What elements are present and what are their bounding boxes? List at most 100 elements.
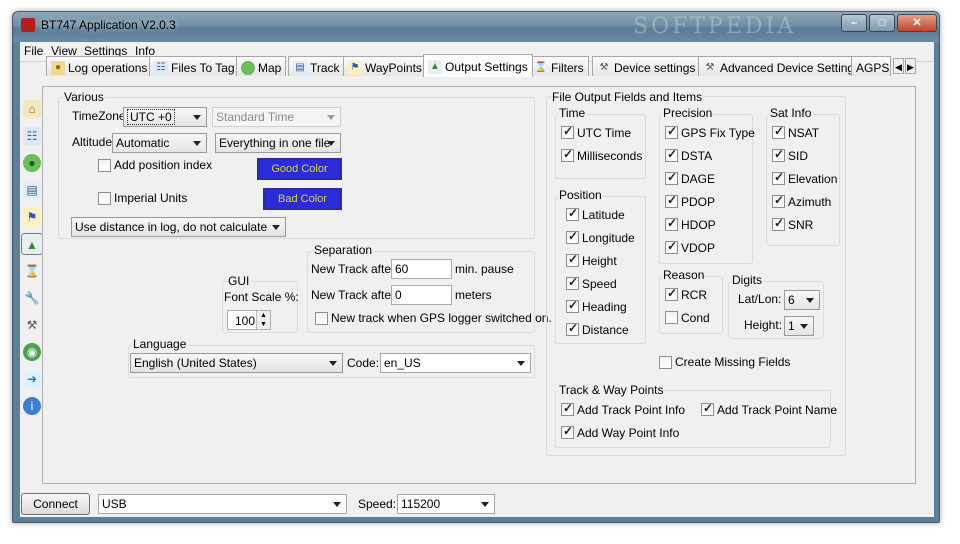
vdop-label: VDOP <box>681 241 716 255</box>
latitude-checkbox[interactable] <box>566 206 579 221</box>
latlon-digits-select[interactable]: 6 <box>784 290 820 310</box>
close-button[interactable]: ✕ <box>897 14 937 32</box>
chevron-down-icon <box>806 298 814 303</box>
output-settings-icon[interactable]: ▲ <box>21 233 43 255</box>
good-color-button[interactable]: Good Color <box>257 158 342 180</box>
advanced-wrench-icon: ⚒ <box>705 61 715 73</box>
pdop-checkbox[interactable] <box>665 193 678 208</box>
maximize-button[interactable]: □ <box>869 14 895 32</box>
baud-value: 115200 <box>401 497 441 511</box>
add-way-point-info-label: Add Way Point Info <box>577 426 680 440</box>
rcr-label: RCR <box>681 288 707 302</box>
rcr-checkbox[interactable] <box>665 286 678 301</box>
add-track-point-info-label: Add Track Point Info <box>577 403 686 417</box>
tab-label: Device settings <box>614 60 696 75</box>
globe-icon[interactable]: ● <box>23 154 41 172</box>
dage-checkbox[interactable] <box>665 170 678 185</box>
bad-color-button[interactable]: Bad Color <box>263 188 342 210</box>
code-select[interactable]: en_US <box>380 353 531 373</box>
meters-unit: meters <box>455 288 492 302</box>
altitude-select[interactable]: Automatic <box>112 133 207 153</box>
meters-input[interactable]: 0 <box>391 285 452 305</box>
port-select[interactable]: USB <box>98 494 347 514</box>
speed-checkbox[interactable] <box>566 275 579 290</box>
height-digits-select[interactable]: 1 <box>784 316 814 336</box>
dsta-checkbox[interactable] <box>665 147 678 162</box>
add-track-point-name-checkbox[interactable] <box>701 401 714 416</box>
tab-track[interactable]: ▤ Track <box>288 56 345 76</box>
tab-files-to-tag[interactable]: ☷ Files To Tag <box>149 56 240 76</box>
altitude-label: Altitude <box>72 135 113 149</box>
tab-filters[interactable]: ⌛ Filters <box>529 56 589 76</box>
add-position-index-checkbox[interactable] <box>98 159 111 172</box>
hdop-checkbox[interactable] <box>665 216 678 231</box>
tab-log-operations[interactable]: ● Log operations <box>46 56 153 76</box>
export-icon[interactable]: ➜ <box>23 370 41 388</box>
baud-select[interactable]: 115200 <box>397 494 495 514</box>
height-label: Height <box>582 254 617 268</box>
tab-scroll-right-button[interactable]: ▶ <box>905 58 916 74</box>
wrench-icon[interactable]: 🔧 <box>23 289 41 307</box>
height-digits-value: 1 <box>788 319 795 333</box>
language-title: Language <box>132 337 188 351</box>
snr-checkbox[interactable] <box>772 216 785 231</box>
vdop-checkbox[interactable] <box>665 239 678 254</box>
spin-down-icon[interactable]: ▼ <box>256 320 270 329</box>
digits-title: Digits <box>731 273 764 287</box>
info-icon[interactable]: i <box>23 397 41 415</box>
code-label: Code: <box>347 356 380 370</box>
distance-select[interactable]: Use distance in log, do not calculate <box>71 217 286 237</box>
home-icon[interactable]: ⌂ <box>23 100 41 118</box>
file-split-value: Everything in one file <box>219 136 331 150</box>
side-toolbar: ⌂ ☷ ● ▤ ⚑ ▲ ⌛ 🔧 ⚒ ◉ ➜ i <box>20 96 44 426</box>
standard-time-select[interactable]: Standard Time <box>212 107 341 127</box>
nsat-checkbox[interactable] <box>772 124 785 139</box>
utc-time-checkbox[interactable] <box>561 124 574 139</box>
tab-output-settings[interactable]: ▲ Output Settings <box>423 54 533 77</box>
tab-agps[interactable]: AGPS <box>851 56 891 76</box>
heading-checkbox[interactable] <box>566 298 579 313</box>
elevation-checkbox[interactable] <box>772 170 785 185</box>
gps-fix-type-checkbox[interactable] <box>665 124 678 139</box>
tab-map[interactable]: Map <box>236 56 287 76</box>
track-icon: ▤ <box>293 60 307 75</box>
height-checkbox[interactable] <box>566 252 579 267</box>
imperial-units-checkbox[interactable] <box>98 192 111 205</box>
waypoint-icon: ⚑ <box>348 60 362 75</box>
minimize-button[interactable]: – <box>841 14 867 32</box>
connect-button[interactable]: Connect <box>21 493 90 515</box>
files-icon[interactable]: ☷ <box>23 127 41 145</box>
app-icon <box>21 18 35 32</box>
tab-label: Log operations <box>68 60 148 75</box>
lock-icon: ● <box>51 60 65 75</box>
azimuth-checkbox[interactable] <box>772 193 785 208</box>
language-select[interactable]: English (United States) <box>130 353 343 373</box>
spin-up-icon[interactable]: ▲ <box>256 311 270 320</box>
add-way-point-info-checkbox[interactable] <box>561 424 574 439</box>
distance-checkbox[interactable] <box>566 321 579 336</box>
add-track-point-info-checkbox[interactable] <box>561 401 574 416</box>
title-bar[interactable]: BT747 Application V2.0.3 SOFTPEDIA – □ ✕ <box>13 12 939 42</box>
milliseconds-checkbox[interactable] <box>561 147 574 162</box>
font-scale-spinner[interactable]: 100 ▲ ▼ <box>227 310 271 330</box>
longitude-checkbox[interactable] <box>566 229 579 244</box>
file-split-select[interactable]: Everything in one file <box>215 133 341 153</box>
tab-strip: ● Log operations ☷ Files To Tag Map ▤ Track… <box>38 54 916 77</box>
position-title: Position <box>558 188 603 202</box>
tab-waypoints[interactable]: ⚑ WayPoints <box>343 56 427 76</box>
gps-switched-checkbox[interactable] <box>315 312 328 325</box>
sid-checkbox[interactable] <box>772 147 785 162</box>
timezone-select[interactable]: UTC +0 <box>123 107 207 127</box>
agps-icon[interactable]: ◉ <box>23 343 41 361</box>
waypoint-icon[interactable]: ⚑ <box>23 208 41 226</box>
advanced-wrench-icon[interactable]: ⚒ <box>23 316 41 334</box>
latlon-digits-value: 6 <box>788 293 795 307</box>
track-icon[interactable]: ▤ <box>23 181 41 199</box>
min-pause-input[interactable]: 60 <box>391 259 452 279</box>
create-missing-fields-checkbox[interactable] <box>659 356 672 369</box>
tab-scroll-left-button[interactable]: ◀ <box>893 58 904 74</box>
filter-icon[interactable]: ⌛ <box>23 262 41 280</box>
cond-checkbox[interactable] <box>665 311 678 324</box>
tab-advanced-device-settings[interactable]: ⚒ Advanced Device Settings <box>698 56 866 76</box>
tab-device-settings[interactable]: ⚒ Device settings <box>592 56 701 76</box>
